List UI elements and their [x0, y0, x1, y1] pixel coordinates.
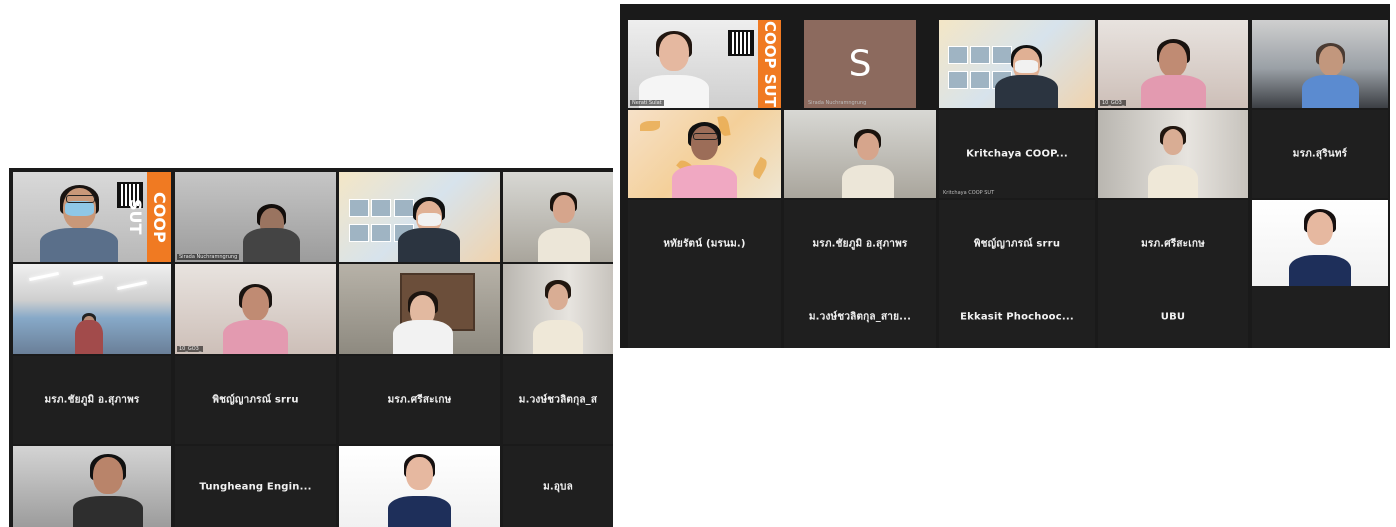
participant-name-tag: 10_GO3_: [1100, 100, 1127, 106]
participant-face: [1306, 212, 1334, 245]
participant-face: [241, 287, 270, 322]
participant-face: [856, 132, 879, 161]
participant-tile[interactable]: [503, 172, 613, 262]
participant-display-name: มรภ.ศรีสะเกษ: [1141, 238, 1205, 250]
participant-display-name: Tungheang Engin...: [199, 481, 312, 492]
participant-tile[interactable]: ม.อุบล: [503, 446, 613, 527]
participant-face: [1318, 46, 1343, 77]
participant-face: [92, 457, 123, 495]
participant-display-name: มรภ.ชัยภูมิ อ.สุภาพร: [812, 238, 908, 250]
participant-tile[interactable]: พิชญ์ญาภรณ์ srru: [939, 200, 1095, 288]
participant-name-tag: Kritchaya COOP SUT: [943, 190, 995, 196]
face-mask: [64, 200, 94, 217]
participant-tile[interactable]: [1098, 110, 1248, 198]
face-mask: [1014, 60, 1038, 73]
participant-tile[interactable]: มรภ.ศรีสะเกษ: [339, 356, 500, 444]
participant-face: [1159, 42, 1187, 77]
participant-tile[interactable]: [1252, 20, 1388, 108]
participant-name-tag: Nerati Sulat: [630, 100, 664, 106]
participant-name-tag: Sirada Nuchramngrung: [177, 254, 240, 260]
participant-tile[interactable]: [339, 172, 500, 262]
participant-tile[interactable]: [503, 264, 613, 354]
participant-display-name: มรภ.สุรินทร์: [1292, 148, 1348, 160]
participant-face: [406, 457, 433, 490]
participant-tile[interactable]: [13, 446, 171, 527]
participant-tile[interactable]: หทัยรัตน์ (มรนม.): [628, 200, 781, 288]
avatar-letter: S: [848, 43, 872, 85]
participant-face: [1162, 129, 1184, 156]
meeting-grid-left: COOP SUT Sirada Nuchramngrung 10_GO3_ มรภ.ช…: [9, 168, 613, 527]
participant-tile[interactable]: UBU: [1098, 286, 1248, 348]
participant-tile[interactable]: Ekkasit Phochooc...: [939, 286, 1095, 348]
participant-tile[interactable]: 10_GO3_: [1098, 20, 1248, 108]
participant-tile[interactable]: COOP SUT: [13, 172, 171, 262]
participant-tile[interactable]: มรภ.ชัยภูมิ อ.สุภาพร: [784, 200, 936, 288]
participant-tile[interactable]: [339, 264, 500, 354]
participant-tile[interactable]: [1252, 286, 1388, 348]
participant-display-name: มรภ.ศรีสะเกษ: [387, 394, 452, 406]
participant-name-tag: Sirada Nuchramngrung: [808, 100, 867, 106]
participant-display-name: Ekkasit Phochooc...: [960, 311, 1074, 323]
participant-display-name: Kritchaya COOP...: [966, 148, 1068, 160]
participant-face: [659, 34, 689, 71]
participant-tile[interactable]: [628, 110, 781, 198]
meeting-grid-right: COOP SUT Nerati Sulat S Sirada Nuchramngrun…: [620, 4, 1390, 348]
coop-sut-banner: COOP SUT: [126, 172, 171, 262]
participant-tile[interactable]: มรภ.ชัยภูมิ อ.สุภาพร: [13, 356, 171, 444]
participant-tile[interactable]: [13, 264, 171, 354]
participant-tile[interactable]: S Sirada Nuchramngrung: [804, 20, 916, 108]
participant-name-tag: 10_GO3_: [177, 346, 204, 352]
participant-face: [690, 125, 719, 160]
participant-tile[interactable]: [1252, 200, 1388, 288]
participant-tile[interactable]: [939, 20, 1095, 108]
participant-face: [547, 283, 569, 310]
participant-tile[interactable]: [784, 110, 936, 198]
participant-tile[interactable]: มรภ.สุรินทร์: [1252, 110, 1388, 198]
participant-tile[interactable]: มรภ.ศรีสะเกษ: [1098, 200, 1248, 288]
participant-tile[interactable]: Sirada Nuchramngrung: [175, 172, 336, 262]
participant-tile[interactable]: Tungheang Engin...: [175, 446, 336, 527]
participant-display-name: พิชญ์ญาภรณ์ srru: [212, 394, 299, 406]
qr-code: [728, 30, 754, 56]
participant-display-name: ม.วงษ์ชวลิตกุล_ส: [518, 394, 598, 406]
participant-tile[interactable]: Kritchaya COOP... Kritchaya COOP SUT: [939, 110, 1095, 198]
participant-tile[interactable]: พิชญ์ญาภรณ์ srru: [175, 356, 336, 444]
participant-display-name: ม.อุบล: [543, 481, 573, 492]
participant-display-name: UBU: [1160, 311, 1186, 323]
face-mask: [417, 213, 441, 226]
participant-tile[interactable]: 10_GO3_: [175, 264, 336, 354]
participant-display-name: ม.วงษ์ชวลิตกุล_สาย...: [808, 311, 912, 323]
participant-tile[interactable]: ม.วงษ์ชวลิตกุล_ส: [503, 356, 613, 444]
participant-tile[interactable]: ม.วงษ์ชวลิตกุล_สาย...: [784, 286, 936, 348]
participant-face: [552, 195, 575, 223]
participant-display-name: พิชญ์ญาภรณ์ srru: [973, 238, 1061, 250]
coop-sut-banner: COOP SUT: [758, 20, 781, 108]
participant-display-name: หทัยรัตน์ (มรนม.): [663, 238, 746, 250]
participant-tile[interactable]: [628, 286, 781, 348]
participant-tile[interactable]: COOP SUT Nerati Sulat: [628, 20, 781, 108]
participant-display-name: มรภ.ชัยภูมิ อ.สุภาพร: [44, 394, 140, 406]
participant-tile[interactable]: [339, 446, 500, 527]
